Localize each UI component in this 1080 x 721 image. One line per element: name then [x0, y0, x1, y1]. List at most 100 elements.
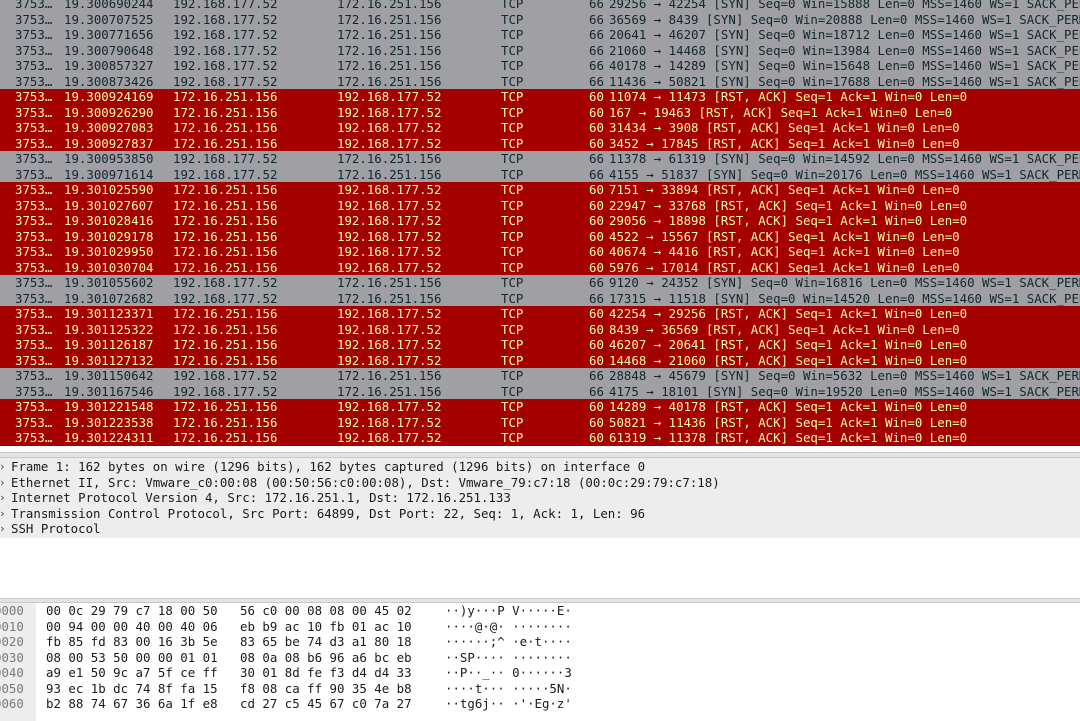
- hex-dump-row[interactable]: 0010 00 94 00 00 40 00 40 06 eb b9 ac 10 f…: [0, 619, 1080, 635]
- packet-row[interactable]: 3753… 19.300927083 172.16.251.156 192.168.1…: [0, 120, 1080, 136]
- packet-length: 60: [589, 197, 604, 213]
- packet-source: 192.168.177.52: [173, 58, 278, 73]
- packet-number: 3753…: [15, 430, 53, 445]
- packet-number: 3753…: [15, 321, 53, 337]
- packet-source: 192.168.177.52: [173, 27, 278, 42]
- packet-row[interactable]: 3753… 19.301167546 192.168.177.52 172.16.25…: [0, 383, 1080, 399]
- packet-source: 172.16.251.156: [173, 228, 278, 244]
- packet-protocol: TCP: [501, 182, 524, 197]
- packet-row[interactable]: 3753… 19.301029950 172.16.251.156 192.168.1…: [0, 244, 1080, 260]
- packet-info: 11378 → 61319 [SYN] Seq=0 Win=14592 Len=…: [609, 151, 1080, 166]
- packet-row[interactable]: 3753… 19.301224311 172.16.251.156 192.168.1…: [0, 430, 1080, 446]
- packet-number: 3753…: [15, 27, 53, 42]
- packet-row[interactable]: 3753… 19.300953850 192.168.177.52 172.16.25…: [0, 151, 1080, 167]
- packet-number: 3753…: [15, 213, 53, 228]
- packet-source: 172.16.251.156: [173, 321, 278, 337]
- packet-row[interactable]: 3753… 19.300927837 172.16.251.156 192.168.1…: [0, 135, 1080, 151]
- details-tree-item[interactable]: › Transmission Control Protocol, Src Port…: [0, 506, 1080, 522]
- expand-arrow-icon[interactable]: ›: [0, 490, 6, 506]
- details-tree-label: Ethernet II, Src: Vmware_c0:00:08 (00:50…: [11, 474, 720, 490]
- packet-row[interactable]: 3753… 19.300690244 192.168.177.52 172.16.25…: [0, 0, 1080, 12]
- packet-destination: 172.16.251.156: [337, 151, 442, 166]
- packet-row[interactable]: 3753… 19.301072682 192.168.177.52 172.16.25…: [0, 290, 1080, 306]
- packet-row[interactable]: 3753… 19.301150642 192.168.177.52 172.16.25…: [0, 368, 1080, 384]
- packet-row[interactable]: 3753… 19.300790648 192.168.177.52 172.16.25…: [0, 42, 1080, 58]
- details-tree-item[interactable]: › Frame 1: 162 bytes on wire (1296 bits),…: [0, 459, 1080, 475]
- packet-protocol: TCP: [501, 228, 524, 244]
- packet-info: 167 → 19463 [RST, ACK] Seq=1 Ack=1 Win=0…: [609, 104, 953, 120]
- packet-row[interactable]: 3753… 19.301126187 172.16.251.156 192.168.1…: [0, 337, 1080, 353]
- hex-dump-row[interactable]: 0000 00 0c 29 79 c7 18 00 50 56 c0 00 08 0…: [0, 603, 1080, 619]
- hex-dump-row[interactable]: 0020 fb 85 fd 83 00 16 3b 5e 83 65 be 74 d…: [0, 634, 1080, 650]
- details-tree-item[interactable]: › SSH Protocol: [0, 521, 1080, 537]
- packet-length: 66: [589, 27, 604, 42]
- hex-dump-row[interactable]: 0040 a9 e1 50 9c a7 5f ce ff 30 01 8d fe f…: [0, 665, 1080, 681]
- ascii-bytes: ··SP···· ········: [445, 649, 572, 665]
- packet-source: 172.16.251.156: [173, 89, 278, 104]
- packet-number: 3753…: [15, 368, 53, 383]
- hex-dump-row[interactable]: 0050 93 ec 1b dc 74 8f fa 15 f8 08 ca ff 9…: [0, 681, 1080, 697]
- hex-bytes-first: fb 85 fd 83 00 16 3b 5e: [46, 634, 218, 649]
- packet-list[interactable]: 3753… 19.300690244 192.168.177.52 172.16.25…: [0, 0, 1080, 452]
- packet-number: 3753…: [15, 42, 53, 58]
- packet-time: 19.301028416: [64, 213, 154, 228]
- packet-destination: 192.168.177.52: [337, 197, 442, 213]
- packet-row[interactable]: 3753… 19.300857327 192.168.177.52 172.16.25…: [0, 58, 1080, 74]
- details-tree-item[interactable]: › Ethernet II, Src: Vmware_c0:00:08 (00:5…: [0, 475, 1080, 491]
- expand-arrow-icon[interactable]: ›: [0, 459, 6, 475]
- packet-source: 192.168.177.52: [173, 368, 278, 383]
- packet-length: 60: [589, 321, 604, 337]
- expand-arrow-icon[interactable]: ›: [0, 506, 6, 522]
- packet-protocol: TCP: [501, 414, 524, 430]
- packet-row[interactable]: 3753… 19.300971614 192.168.177.52 172.16.25…: [0, 166, 1080, 182]
- packet-length: 60: [589, 182, 604, 197]
- packet-source: 192.168.177.52: [173, 151, 278, 166]
- packet-row[interactable]: 3753… 19.301221548 172.16.251.156 192.168.1…: [0, 399, 1080, 415]
- packet-protocol: TCP: [501, 259, 524, 275]
- packet-info: 11436 → 50821 [SYN] Seq=0 Win=17688 Len=…: [609, 73, 1080, 89]
- packet-row[interactable]: 3753… 19.300873426 192.168.177.52 172.16.25…: [0, 73, 1080, 89]
- hex-bytes-second: eb b9 ac 10 fb 01 ac 10: [240, 618, 412, 634]
- packet-source: 192.168.177.52: [173, 275, 278, 290]
- packet-time: 19.300771656: [64, 27, 154, 42]
- hex-dump-row[interactable]: 0030 08 00 53 50 00 00 01 01 08 0a 08 b6 9…: [0, 650, 1080, 666]
- expand-arrow-icon[interactable]: ›: [0, 521, 6, 537]
- packet-row[interactable]: 3753… 19.300926290 172.16.251.156 192.168.1…: [0, 104, 1080, 120]
- packet-details-pane[interactable]: › Frame 1: 162 bytes on wire (1296 bits),…: [0, 458, 1080, 598]
- packet-row[interactable]: 3753… 19.301027607 172.16.251.156 192.168.1…: [0, 197, 1080, 213]
- packet-destination: 192.168.177.52: [337, 182, 442, 197]
- packet-row[interactable]: 3753… 19.301030704 172.16.251.156 192.168.1…: [0, 259, 1080, 275]
- packet-length: 66: [589, 11, 604, 27]
- details-tree-label: Internet Protocol Version 4, Src: 172.16…: [11, 490, 511, 505]
- packet-row[interactable]: 3753… 19.301123371 172.16.251.156 192.168.1…: [0, 306, 1080, 322]
- packet-time: 19.301126187: [64, 337, 154, 352]
- expand-arrow-icon[interactable]: ›: [0, 475, 6, 491]
- packet-row[interactable]: 3753… 19.301055602 192.168.177.52 172.16.25…: [0, 275, 1080, 291]
- packet-length: 66: [589, 151, 604, 166]
- packet-destination: 172.16.251.156: [337, 166, 442, 182]
- packet-row[interactable]: 3753… 19.301223538 172.16.251.156 192.168.1…: [0, 414, 1080, 430]
- packet-row[interactable]: 3753… 19.301028416 172.16.251.156 192.168.1…: [0, 213, 1080, 229]
- packet-row[interactable]: 3753… 19.301029178 172.16.251.156 192.168.1…: [0, 228, 1080, 244]
- packet-protocol: TCP: [501, 368, 524, 383]
- packet-bytes-pane[interactable]: 0000 00 0c 29 79 c7 18 00 50 56 c0 00 08 0…: [0, 603, 1080, 721]
- packet-info: 28848 → 45679 [SYN] Seq=0 Win=5632 Len=0…: [609, 368, 1080, 383]
- packet-row[interactable]: 3753… 19.300707525 192.168.177.52 172.16.25…: [0, 11, 1080, 27]
- packet-row[interactable]: 3753… 19.301125322 172.16.251.156 192.168.1…: [0, 321, 1080, 337]
- packet-time: 19.300707525: [64, 11, 154, 27]
- packet-length: 60: [589, 213, 604, 228]
- packet-row[interactable]: 3753… 19.301025590 172.16.251.156 192.168.1…: [0, 182, 1080, 198]
- packet-time: 19.300857327: [64, 58, 154, 73]
- packet-time: 19.301029178: [64, 228, 154, 244]
- packet-row[interactable]: 3753… 19.301127132 172.16.251.156 192.168.1…: [0, 352, 1080, 368]
- packet-number: 3753…: [15, 104, 53, 120]
- packet-row[interactable]: 3753… 19.300924169 172.16.251.156 192.168.1…: [0, 89, 1080, 105]
- hex-bytes-second: 08 0a 08 b6 96 a6 bc eb: [240, 649, 412, 665]
- hex-dump-row[interactable]: 0060 b2 88 74 67 36 6a 1f e8 cd 27 c5 45 6…: [0, 696, 1080, 712]
- packet-time: 19.301150642: [64, 368, 154, 383]
- packet-destination: 192.168.177.52: [337, 399, 442, 414]
- packet-row[interactable]: 3753… 19.300771656 192.168.177.52 172.16.25…: [0, 27, 1080, 43]
- packet-number: 3753…: [15, 166, 53, 182]
- packet-destination: 192.168.177.52: [337, 259, 442, 275]
- details-tree-item[interactable]: › Internet Protocol Version 4, Src: 172.1…: [0, 490, 1080, 506]
